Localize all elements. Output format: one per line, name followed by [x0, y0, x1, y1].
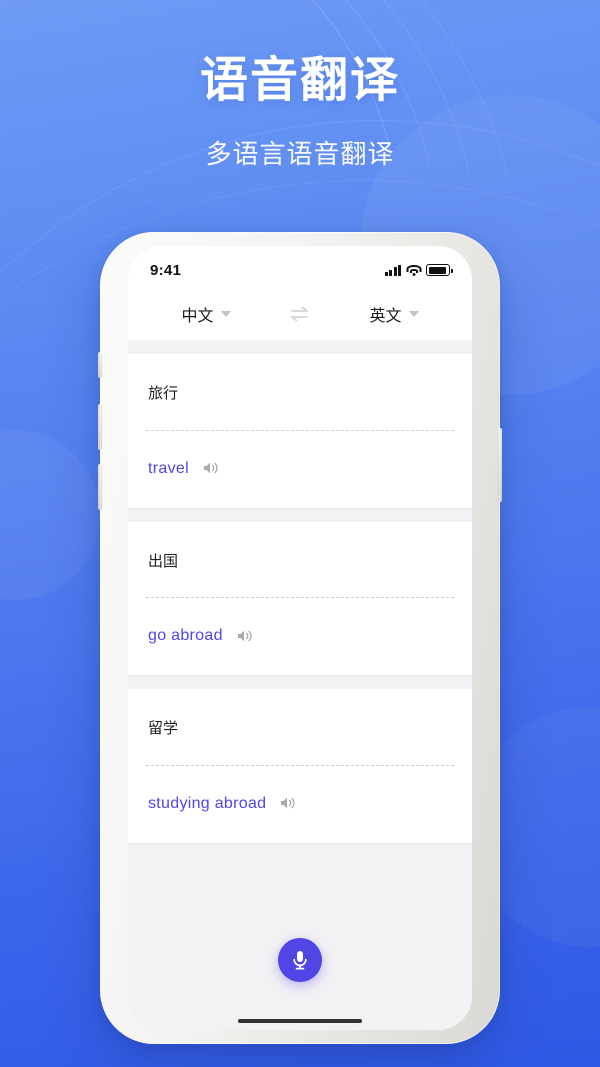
status-bar: 9:41	[128, 246, 472, 288]
cellular-signal-icon	[384, 264, 401, 276]
speaker-icon[interactable]	[203, 461, 220, 475]
chevron-down-icon	[220, 311, 231, 317]
page-subtitle: 多语言语音翻译	[205, 138, 395, 169]
microphone-area	[128, 890, 472, 1030]
translation-row: go abroad	[146, 598, 454, 675]
target-language-selector[interactable]: 英文	[342, 302, 446, 326]
volume-up-button[interactable]	[98, 404, 102, 450]
phone-mockup: 9:41 中文 英文 旅行 travel 出国 go abroad 留学 stu…	[98, 232, 502, 1044]
language-selector-bar: 中文 英文	[128, 288, 472, 340]
list-top-gap	[128, 340, 472, 354]
status-bar-icons	[384, 264, 453, 276]
wifi-icon	[406, 264, 421, 276]
translation-row: travel	[146, 431, 454, 508]
record-button[interactable]	[278, 938, 322, 982]
source-language-label: 中文	[181, 308, 214, 325]
source-language-selector[interactable]: 中文	[154, 302, 258, 326]
silent-switch-button[interactable]	[98, 352, 102, 378]
source-text: 留学	[148, 720, 179, 738]
battery-icon	[426, 264, 453, 276]
home-indicator	[238, 1019, 362, 1023]
target-language-label: 英文	[369, 308, 402, 325]
hero-header: 语音翻译 多语言语音翻译	[0, 52, 600, 171]
chevron-down-icon	[408, 311, 419, 317]
power-button[interactable]	[498, 428, 502, 502]
translated-text: studying abroad	[148, 794, 267, 812]
speaker-icon[interactable]	[237, 629, 254, 643]
microphone-icon	[293, 951, 307, 970]
source-text: 出国	[148, 552, 179, 570]
swap-arrows-icon	[291, 306, 308, 322]
volume-down-button[interactable]	[98, 464, 102, 510]
translated-text: go abroad	[148, 627, 223, 645]
phone-screen: 9:41 中文 英文 旅行 travel 出国 go abroad 留学 stu…	[128, 246, 472, 1030]
source-text: 旅行	[148, 385, 179, 402]
translation-row: studying abroad	[146, 766, 454, 843]
translation-card[interactable]: 出国 go abroad	[128, 521, 472, 676]
translated-text: travel	[148, 459, 189, 477]
status-bar-clock: 9:41	[150, 261, 182, 279]
swap-languages-button[interactable]	[258, 306, 342, 322]
translation-card[interactable]: 留学 studying abroad	[128, 689, 472, 844]
page-title: 语音翻译	[199, 54, 400, 107]
translation-card[interactable]: 旅行 travel	[128, 354, 472, 508]
translation-card-list[interactable]: 旅行 travel 出国 go abroad 留学 studying abroa…	[128, 354, 472, 890]
speaker-icon[interactable]	[280, 796, 297, 810]
